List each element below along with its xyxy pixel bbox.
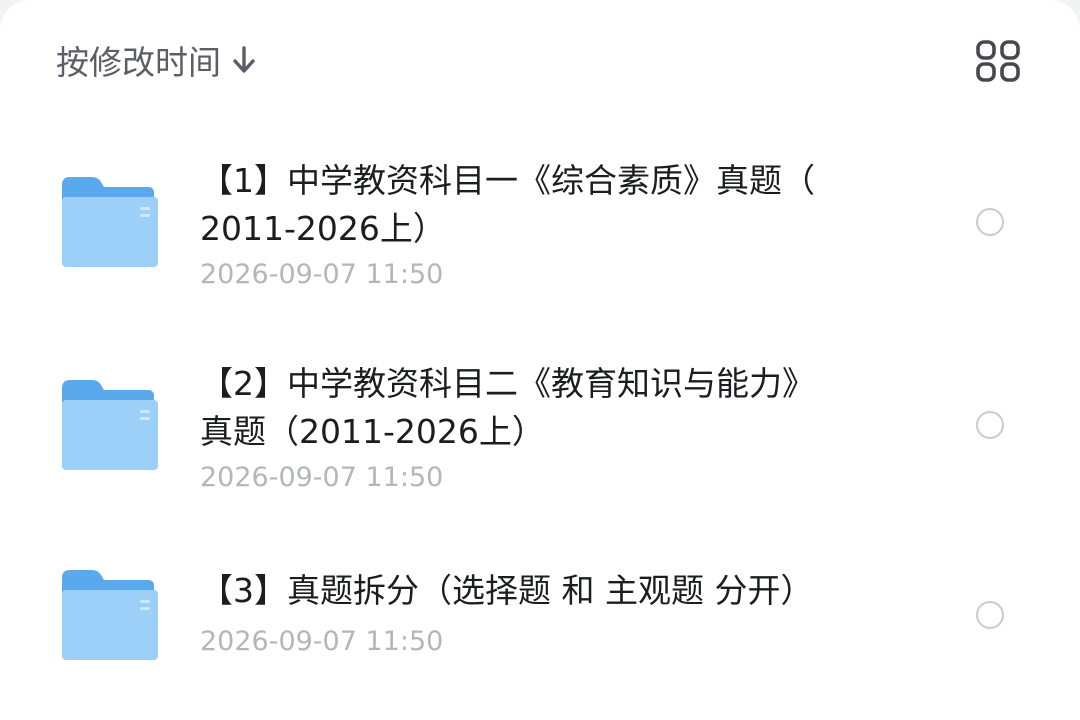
grid-view-icon[interactable] bbox=[975, 40, 1021, 82]
folder-icon bbox=[62, 380, 158, 470]
file-name-line: 真题（2011-2026上） bbox=[200, 412, 545, 451]
file-name-line: 【3】真题拆分（选择题 和 主观题 分开） bbox=[200, 571, 814, 610]
file-date: 2026-09-07 11:50 bbox=[200, 259, 444, 290]
select-radio[interactable] bbox=[976, 411, 1004, 439]
select-radio[interactable] bbox=[976, 601, 1004, 629]
file-name: 【2】中学教资科目二《教育知识与能力》 真题（2011-2026上） bbox=[200, 360, 890, 456]
file-name: 【1】中学教资科目一《综合素质》真题（ 2011-2026上） bbox=[200, 157, 890, 253]
file-name-line: 2011-2026上） bbox=[200, 209, 446, 248]
file-name-line: 【1】中学教资科目一《综合素质》真题（ bbox=[200, 161, 815, 200]
folder-icon bbox=[62, 177, 158, 267]
arrow-down-icon bbox=[233, 46, 255, 73]
file-date: 2026-09-07 11:50 bbox=[200, 462, 444, 493]
file-date: 2026-09-07 11:50 bbox=[200, 626, 444, 657]
sort-by-modified-time-button[interactable]: 按修改时间 bbox=[56, 40, 257, 82]
file-name: 【3】真题拆分（选择题 和 主观题 分开） bbox=[200, 567, 890, 615]
file-name-line: 【2】中学教资科目二《教育知识与能力》 bbox=[200, 364, 815, 403]
file-list-panel: 按修改时间 【1】中学教资科目一《综合素质》真题（ 2011-2026上） 20… bbox=[0, 0, 1080, 720]
folder-icon bbox=[62, 570, 158, 660]
select-radio[interactable] bbox=[976, 208, 1004, 236]
sort-label: 按修改时间 bbox=[56, 43, 221, 82]
